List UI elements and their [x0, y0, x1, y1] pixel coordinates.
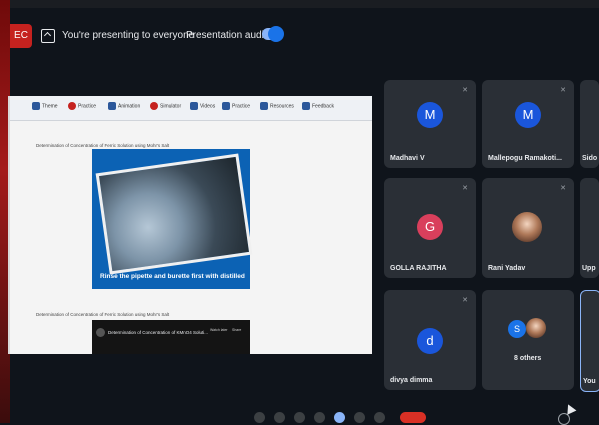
- mic-off-icon: ✕: [560, 185, 566, 192]
- channel-avatar: [96, 328, 105, 337]
- participant-name: 8 others: [514, 355, 542, 362]
- emoji-icon[interactable]: [314, 412, 325, 423]
- videos-icon: [190, 102, 198, 110]
- ribbon-item[interactable]: Resources: [260, 102, 294, 110]
- slide-caption-bottom: Determination of Concentration of Ferric…: [36, 312, 170, 317]
- host-chip: EC: [10, 24, 32, 48]
- ribbon-item[interactable]: Animation: [108, 102, 140, 110]
- video-title: Determination of Concentration of KMnO4 …: [108, 330, 209, 335]
- participant-photo-avatar: [526, 318, 546, 338]
- share-button[interactable]: Share: [232, 328, 241, 332]
- ribbon-item[interactable]: Simulator: [150, 102, 181, 110]
- presenting-banner: EC You're presenting to everyone Present…: [10, 12, 595, 58]
- lab-photo-caption: Rinse the pipette and burette first with…: [100, 273, 245, 280]
- ribbon-item[interactable]: Practice: [222, 102, 250, 110]
- participant-avatar: M: [417, 102, 443, 128]
- raise-hand-icon[interactable]: [354, 412, 365, 423]
- participant-name: You: [583, 378, 596, 385]
- lab-photo-frame: Rinse the pipette and burette first with…: [92, 149, 253, 289]
- participant-tile[interactable]: M ✕ Madhavi V: [384, 80, 476, 168]
- participant-name: Sido: [582, 155, 598, 162]
- ribbon-item[interactable]: Theme: [32, 102, 58, 110]
- simulator-icon: [150, 102, 158, 110]
- photo-top-edge: [0, 0, 599, 8]
- participant-avatar: G: [417, 214, 443, 240]
- mic-off-icon: ✕: [560, 87, 566, 94]
- practice-icon: [222, 102, 230, 110]
- participant-name: GOLLA RAJITHA: [390, 265, 447, 272]
- ribbon-item[interactable]: Videos: [190, 102, 215, 110]
- participant-avatar: d: [417, 328, 443, 354]
- presentation-audio-toggle[interactable]: [262, 26, 284, 42]
- mic-off-icon: ✕: [462, 87, 468, 94]
- embedded-video[interactable]: Determination of Concentration of KMnO4 …: [92, 320, 250, 354]
- participant-name: Mallepogu Ramakoti...: [488, 155, 562, 162]
- watch-later-button[interactable]: Watch later: [210, 328, 228, 332]
- present-icon[interactable]: [334, 412, 345, 423]
- participant-name: Rani Yadav: [488, 265, 526, 272]
- shared-presentation: Theme Practice Animation Simulator Video…: [8, 96, 372, 354]
- participant-tile[interactable]: Upp: [580, 178, 599, 278]
- practice-icon: [68, 102, 76, 110]
- info-icon[interactable]: [558, 413, 570, 425]
- camera-icon[interactable]: [274, 412, 285, 423]
- participant-tile[interactable]: M ✕ Mallepogu Ramakoti...: [482, 80, 574, 168]
- end-call-icon[interactable]: [400, 412, 426, 423]
- ribbon-item[interactable]: Feedback: [302, 102, 334, 110]
- ribbon-item[interactable]: Practice: [68, 102, 96, 110]
- participant-tile[interactable]: d ✕ divya dimma: [384, 290, 476, 390]
- participant-tile[interactable]: ✕ Rani Yadav: [482, 178, 574, 278]
- mic-icon[interactable]: [254, 412, 265, 423]
- participant-name: Madhavi V: [390, 155, 425, 162]
- more-options-icon[interactable]: [374, 412, 385, 423]
- lab-burette-photo: [95, 153, 253, 275]
- participant-photo-avatar: [512, 212, 542, 242]
- mic-off-icon: ✕: [462, 297, 468, 304]
- call-controls: [254, 412, 432, 423]
- participant-tile[interactable]: G ✕ GOLLA RAJITHA: [384, 178, 476, 278]
- participant-name: Upp: [582, 265, 596, 272]
- participant-avatar: S: [508, 320, 526, 338]
- participant-tile[interactable]: You: [580, 290, 599, 392]
- participant-tile[interactable]: Sido: [580, 80, 599, 168]
- resources-icon: [260, 102, 268, 110]
- animation-icon: [108, 102, 116, 110]
- presenting-status-text: You're presenting to everyone: [62, 30, 195, 41]
- presentation-audio-label: Presentation audio: [186, 30, 270, 41]
- participant-tile[interactable]: S 8 others: [482, 290, 574, 390]
- participant-name: divya dimma: [390, 377, 433, 384]
- captions-icon[interactable]: [294, 412, 305, 423]
- mic-off-icon: ✕: [462, 185, 468, 192]
- slide-ribbon: Theme Practice Animation Simulator Video…: [10, 96, 372, 121]
- present-to-all-icon[interactable]: [41, 29, 55, 43]
- participant-avatar: M: [515, 102, 541, 128]
- feedback-icon: [302, 102, 310, 110]
- slide-caption-top: Determination of Concentration of Ferric…: [36, 143, 170, 148]
- theme-icon: [32, 102, 40, 110]
